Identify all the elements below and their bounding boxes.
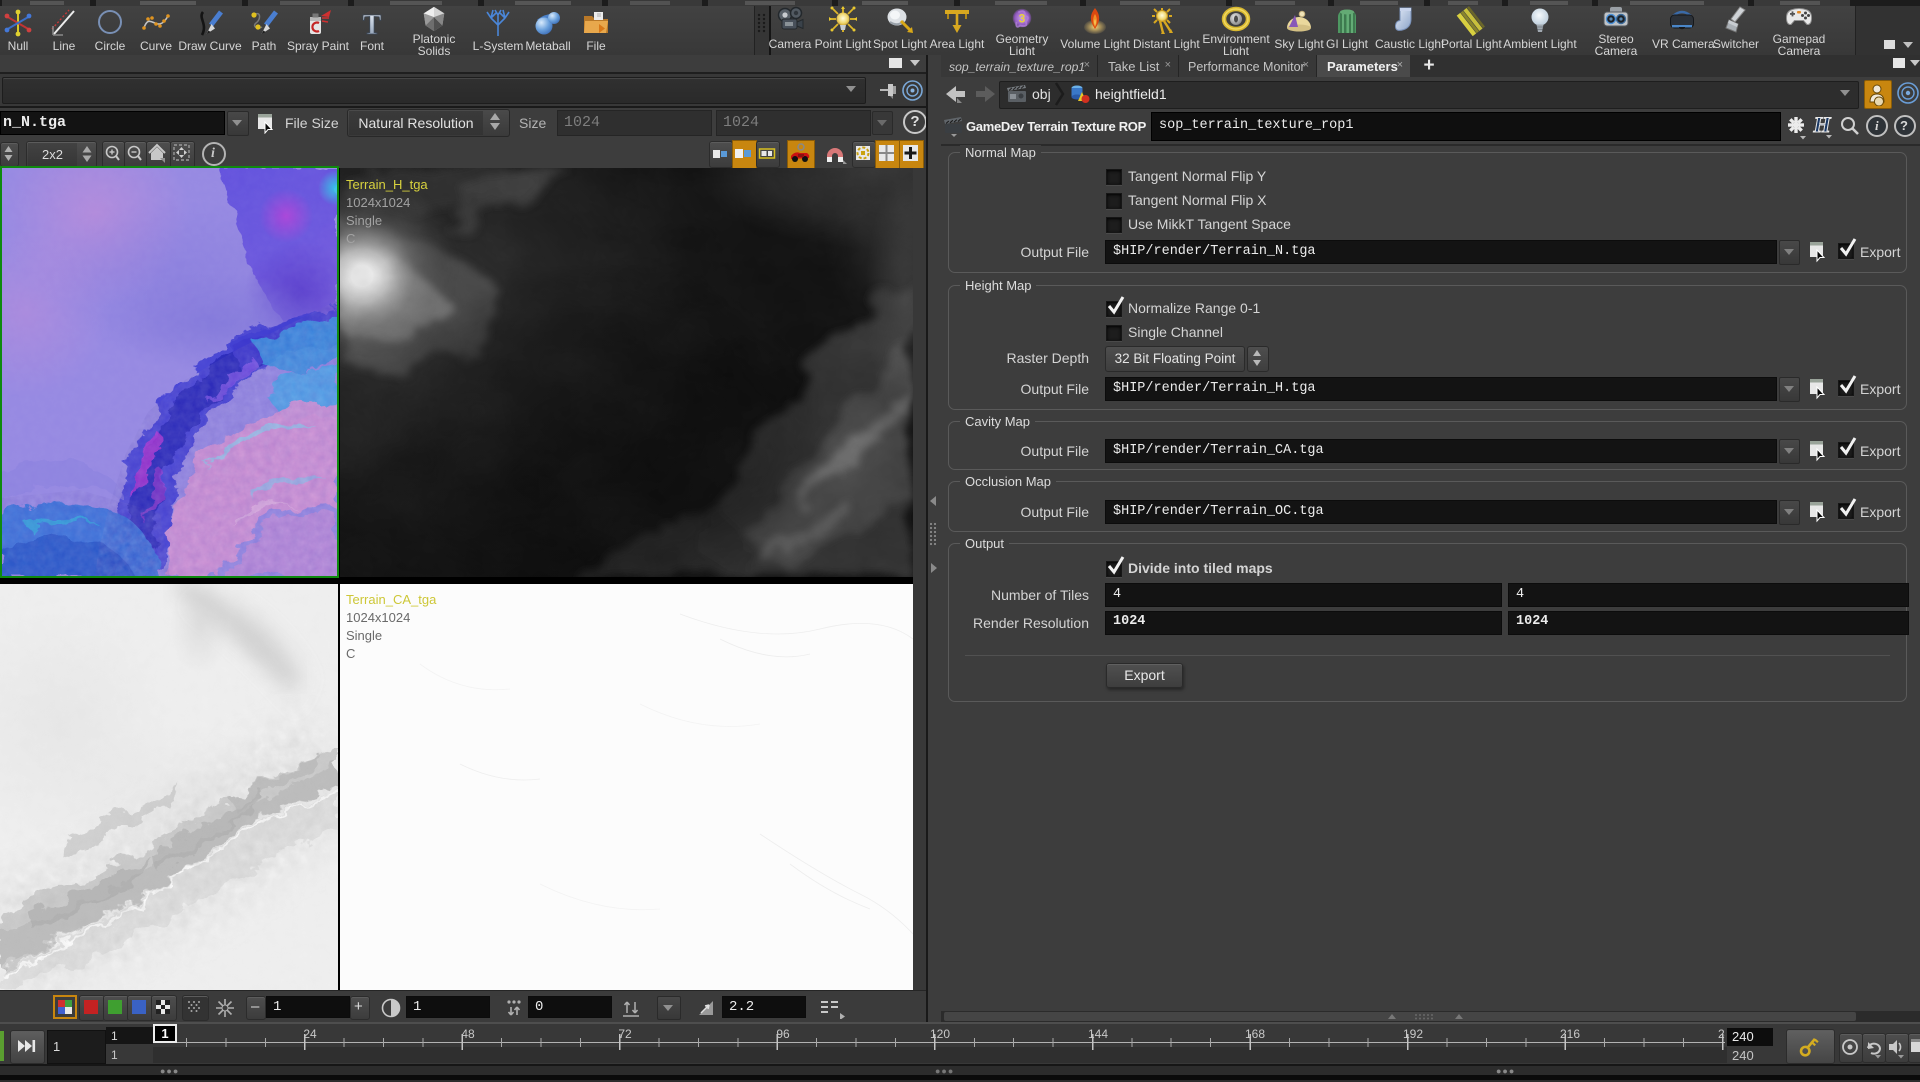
svg-text:3: 3 xyxy=(1019,12,1026,26)
svg-text:H: H xyxy=(1812,113,1831,137)
svg-text:T: T xyxy=(363,10,382,38)
